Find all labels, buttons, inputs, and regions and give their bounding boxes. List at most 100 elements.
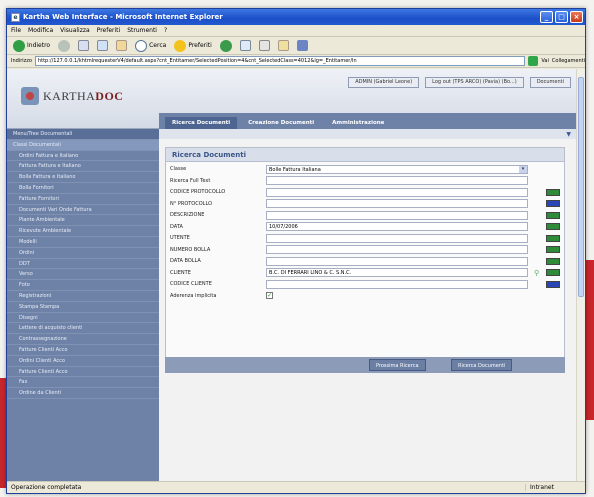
- forward-button[interactable]: [56, 39, 72, 53]
- sidebar-item[interactable]: Piante Ambientale: [7, 215, 159, 227]
- stop-button[interactable]: [76, 39, 91, 53]
- mail-icon: [239, 40, 251, 51]
- form-row: Classe Bolle Fattura Italiana ▾: [166, 164, 566, 174]
- sidebar-item[interactable]: Ricevute Ambientale: [7, 226, 159, 237]
- operator-button[interactable]: [546, 188, 560, 196]
- text-field[interactable]: [266, 199, 528, 208]
- print-button[interactable]: [257, 39, 272, 53]
- back-button[interactable]: Indietro: [11, 39, 52, 53]
- links-label[interactable]: Collegamenti: [552, 58, 585, 64]
- form-row: Aderenza implicita ✓: [166, 291, 566, 301]
- operator-button[interactable]: [546, 257, 560, 265]
- nav-tab[interactable]: Creazione Documenti: [241, 117, 321, 129]
- text-field[interactable]: B.C. DI FERRARI LINO & C. S.N.C.: [266, 268, 528, 277]
- sidebar-item[interactable]: Contrassegnazione: [7, 334, 159, 345]
- header-button[interactable]: ADMIN (Gabriel Leone): [348, 77, 420, 88]
- menu-item[interactable]: Visualizza: [60, 27, 90, 34]
- lookup-button[interactable]: [546, 200, 560, 207]
- operator-button[interactable]: [546, 211, 560, 219]
- home-button[interactable]: [114, 39, 129, 53]
- form-row: CODICE PROTOCOLLO: [166, 187, 566, 197]
- menu-item[interactable]: File: [11, 27, 21, 34]
- sidebar-item[interactable]: Fatture Fornitori: [7, 194, 159, 205]
- sidebar-item[interactable]: Lettere di acquisto clienti: [7, 323, 159, 335]
- sidebar-item[interactable]: Fatture Clienti Acco: [7, 345, 159, 356]
- text-field[interactable]: [266, 233, 528, 243]
- next-search-button[interactable]: Prossima Ricerca: [369, 359, 426, 371]
- class-select[interactable]: Bolle Fattura Italiana ▾: [266, 164, 528, 174]
- close-button[interactable]: ×: [570, 11, 583, 23]
- sidebar-item[interactable]: Disegni: [7, 313, 159, 324]
- sidebar-item[interactable]: Fattura Fattura e Italiano: [7, 161, 159, 173]
- search-form: Ricerca Documenti Classe Bolle Fattura It…: [165, 147, 565, 373]
- search-button[interactable]: Cerca: [133, 39, 168, 53]
- sidebar-item[interactable]: Ordini Clienti Acco: [7, 356, 159, 367]
- nav-tab[interactable]: Amministrazione: [325, 117, 391, 129]
- text-field[interactable]: [266, 187, 528, 197]
- header-button[interactable]: Log out (TPS ARCO) (Pavia) (Bo...): [425, 77, 524, 88]
- forward-arrow-icon: [58, 39, 71, 52]
- sidebar-item[interactable]: Ordini Fattura e Italiano: [7, 151, 159, 162]
- minimize-button[interactable]: _: [540, 11, 553, 23]
- field-label: Classe: [170, 166, 187, 172]
- form-row: DESCRIZIONE: [166, 210, 566, 220]
- collapse-arrow-icon[interactable]: ▼: [566, 131, 571, 138]
- discuss-button[interactable]: [295, 39, 310, 53]
- menu-item[interactable]: Preferiti: [97, 27, 121, 34]
- favorites-button[interactable]: Preferiti: [172, 39, 214, 53]
- sidebar-item[interactable]: Ordine da Clienti: [7, 388, 159, 399]
- karthadoc-logo: KARTHADOC: [21, 81, 141, 111]
- field-label: NUMERO BOLLA: [170, 246, 211, 253]
- address-input[interactable]: http://127.0.0.1/khtmlrequesterV4/defaul…: [34, 56, 526, 66]
- menu-item[interactable]: Modifica: [28, 27, 53, 34]
- chevron-down-icon[interactable]: ▾: [519, 165, 527, 173]
- form-row: UTENTE: [166, 233, 566, 243]
- header-button[interactable]: Documenti: [529, 77, 571, 88]
- text-field[interactable]: [266, 279, 528, 289]
- operator-button[interactable]: [546, 269, 560, 276]
- nav-tab[interactable]: Ricerca Documenti: [165, 117, 238, 129]
- text-field[interactable]: [266, 245, 528, 254]
- edit-button[interactable]: [276, 39, 291, 53]
- mail-button[interactable]: [238, 39, 253, 53]
- menu-bar: File Modifica Visualizza Preferiti Strumenti…: [7, 25, 585, 37]
- paperclip-icon[interactable]: ⚲: [534, 269, 542, 277]
- sidebar-item[interactable]: Stampa Stampa: [7, 302, 159, 313]
- text-field[interactable]: [266, 256, 528, 266]
- search-icon: [135, 39, 148, 52]
- sidebar-item[interactable]: Registrazioni: [7, 291, 159, 302]
- maximize-button[interactable]: □: [555, 11, 568, 23]
- sidebar-item[interactable]: Classi Documentali: [7, 139, 159, 151]
- sidebar-item[interactable]: Fatture Clienti Acco: [7, 367, 159, 378]
- field-label: DATA BOLLA: [170, 258, 201, 264]
- sidebar-item[interactable]: Foto: [7, 280, 159, 291]
- history-button[interactable]: [218, 39, 234, 53]
- checkbox-input[interactable]: ✓: [266, 292, 273, 299]
- sidebar-item[interactable]: Menu/Tree Documentali: [7, 129, 159, 140]
- go-label[interactable]: Vai: [541, 58, 549, 64]
- sidebar-item[interactable]: Verso: [7, 269, 159, 281]
- star-icon: [174, 39, 187, 52]
- search-documents-button[interactable]: Ricerca Documenti: [451, 359, 513, 371]
- sidebar-item[interactable]: Documenti Vari Onde Fattura: [7, 205, 159, 216]
- operator-button[interactable]: [546, 246, 560, 253]
- back-arrow-icon: [13, 39, 25, 52]
- menu-item[interactable]: ?: [164, 27, 167, 34]
- sidebar-item[interactable]: Modelli: [7, 237, 159, 248]
- vertical-scrollbar[interactable]: [576, 69, 585, 483]
- sidebar-item[interactable]: Bolla Fattura e Italiano: [7, 172, 159, 183]
- scroll-thumb[interactable]: [578, 77, 584, 297]
- sidebar-item[interactable]: Ordini: [7, 248, 159, 259]
- sidebar-item[interactable]: Fax: [7, 377, 159, 389]
- text-field[interactable]: [266, 176, 528, 185]
- refresh-button[interactable]: [95, 39, 110, 53]
- lookup-button[interactable]: [546, 280, 560, 288]
- text-field[interactable]: 10/07/2006: [266, 222, 528, 231]
- text-field[interactable]: [266, 210, 528, 220]
- sidebar-item[interactable]: DDT: [7, 259, 159, 270]
- operator-button[interactable]: [546, 223, 560, 230]
- operator-button[interactable]: [546, 234, 560, 242]
- go-icon[interactable]: [528, 56, 539, 66]
- menu-item[interactable]: Strumenti: [127, 27, 157, 34]
- sidebar-item[interactable]: Bolla Fornitori: [7, 183, 159, 194]
